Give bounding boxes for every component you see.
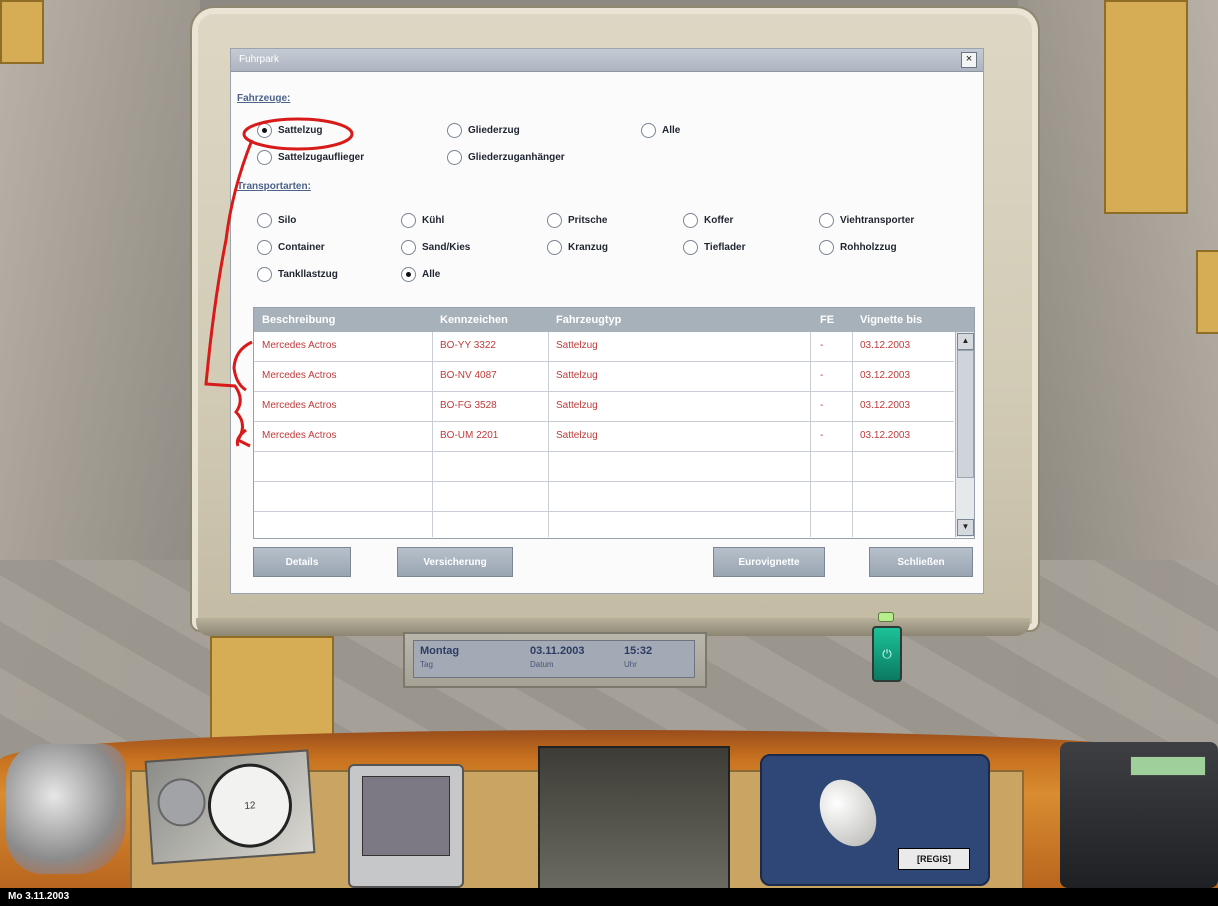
annotation-circle <box>242 117 354 151</box>
annotation-bracket <box>204 139 254 448</box>
red-annotation <box>204 117 354 448</box>
